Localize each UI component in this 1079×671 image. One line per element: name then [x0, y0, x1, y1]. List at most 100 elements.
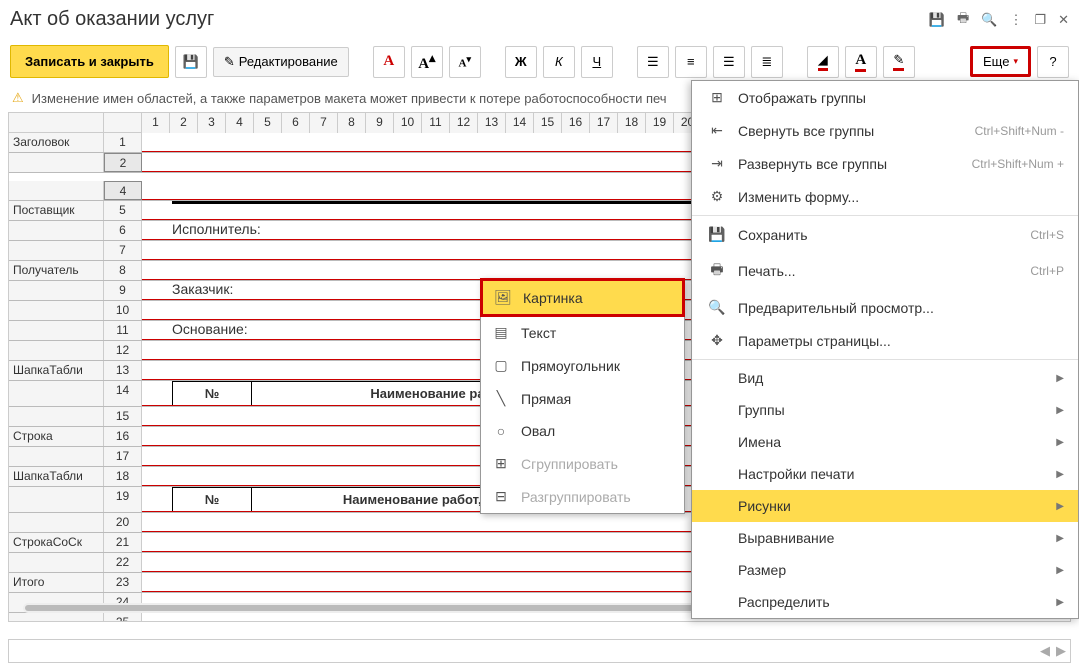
group-icon: ⊞: [493, 455, 509, 472]
mm-expand[interactable]: ⇥Развернуть все группыCtrl+Shift+Num +: [692, 147, 1078, 180]
mm-drawings[interactable]: Рисунки▶: [692, 490, 1078, 522]
window-icon[interactable]: ❐: [1034, 12, 1046, 28]
align-center-button[interactable]: ≡: [675, 46, 707, 78]
expand-icon: ⇥: [706, 155, 728, 172]
submenu-rect[interactable]: ▢Прямоугольник: [481, 349, 684, 382]
border-color-button[interactable]: ✎: [883, 46, 915, 78]
mm-names[interactable]: Имена▶: [692, 426, 1078, 458]
print-icon[interactable]: 🖶: [957, 9, 969, 31]
save-button[interactable]: 💾: [175, 46, 207, 78]
chevron-right-icon: ▶: [1056, 373, 1064, 384]
column-header[interactable]: 10: [394, 113, 422, 133]
line-icon: ╲: [493, 390, 509, 407]
save-close-button[interactable]: Записать и закрыть: [10, 45, 169, 78]
align-right-button[interactable]: ☰: [713, 46, 745, 78]
bold-button[interactable]: Ж: [505, 46, 537, 78]
align-left-button[interactable]: ☰: [637, 46, 669, 78]
align-center-icon: ≡: [687, 54, 695, 69]
floppy-icon: 💾: [706, 226, 728, 243]
close-icon[interactable]: ✕: [1058, 12, 1069, 28]
kebab-icon[interactable]: ⋮: [1009, 12, 1022, 28]
mm-collapse[interactable]: ⇤Свернуть все группыCtrl+Shift+Num -: [692, 114, 1078, 147]
a-up-icon: A▴: [418, 50, 435, 73]
a-color-icon: А: [855, 52, 866, 72]
mm-distribute[interactable]: Распределить▶: [692, 586, 1078, 618]
chevron-right-icon: ▶: [1056, 597, 1064, 608]
column-header[interactable]: 11: [422, 113, 450, 133]
submenu-picture[interactable]: 🖼Картинка: [480, 278, 685, 317]
more-button[interactable]: Еще ▾: [970, 46, 1031, 77]
column-header[interactable]: 17: [590, 113, 618, 133]
underline-button[interactable]: Ч: [581, 46, 613, 78]
column-header[interactable]: 8: [338, 113, 366, 133]
column-header[interactable]: 5: [254, 113, 282, 133]
mm-save[interactable]: 💾СохранитьCtrl+S: [692, 218, 1078, 251]
column-header[interactable]: 13: [478, 113, 506, 133]
underline-icon: Ч: [592, 54, 601, 69]
mm-change-form[interactable]: ⚙Изменить форму...: [692, 180, 1078, 213]
column-header[interactable]: 19: [646, 113, 674, 133]
column-header[interactable]: 2: [170, 113, 198, 133]
column-header[interactable]: 18: [618, 113, 646, 133]
scroll-right-icon[interactable]: ▶: [1056, 643, 1066, 659]
font-button[interactable]: A: [373, 46, 405, 78]
mm-align[interactable]: Выравнивание▶: [692, 522, 1078, 554]
warning-icon: ⚠: [12, 90, 24, 106]
bottom-scrollbar-area: ◀ ▶: [8, 639, 1071, 663]
mm-print[interactable]: 🖶Печать...Ctrl+P: [692, 251, 1078, 291]
collapse-icon: ⇤: [706, 122, 728, 139]
text-color-button[interactable]: А: [845, 46, 877, 78]
bold-icon: Ж: [515, 54, 527, 69]
column-header[interactable]: 15: [534, 113, 562, 133]
column-header[interactable]: 7: [310, 113, 338, 133]
font-a-icon: A: [383, 53, 394, 70]
floppy-icon: 💾: [183, 54, 199, 70]
mm-size[interactable]: Размер▶: [692, 554, 1078, 586]
column-header[interactable]: 4: [226, 113, 254, 133]
save-icon[interactable]: 💾: [929, 12, 945, 28]
oval-icon: ○: [493, 423, 509, 439]
drawings-submenu: 🖼Картинка ▤Текст ▢Прямоугольник ╲Прямая …: [480, 278, 685, 514]
align-right-icon: ☰: [723, 54, 735, 70]
align-left-icon: ☰: [647, 54, 659, 70]
chevron-right-icon: ▶: [1056, 501, 1064, 512]
column-header[interactable]: 12: [450, 113, 478, 133]
edit-button[interactable]: ✎Редактирование: [213, 47, 349, 77]
move-icon: ✥: [706, 332, 728, 349]
warning-text: Изменение имен областей, а также парамет…: [32, 91, 667, 106]
chevron-right-icon: ▶: [1056, 437, 1064, 448]
column-header[interactable]: 6: [282, 113, 310, 133]
column-header[interactable]: 3: [198, 113, 226, 133]
ungroup-icon: ⊟: [493, 488, 509, 505]
a-down-icon: A▾: [459, 54, 472, 70]
submenu-ungroup: ⊟Разгруппировать: [481, 480, 684, 513]
chevron-right-icon: ▶: [1056, 469, 1064, 480]
fill-color-button[interactable]: ◢: [807, 46, 839, 78]
italic-button[interactable]: К: [543, 46, 575, 78]
mm-print-settings[interactable]: Настройки печати▶: [692, 458, 1078, 490]
font-inc-button[interactable]: A▴: [411, 46, 443, 78]
mm-page-params[interactable]: ✥Параметры страницы...: [692, 324, 1078, 357]
scroll-left-icon[interactable]: ◀: [1040, 643, 1050, 659]
column-header[interactable]: 16: [562, 113, 590, 133]
font-dec-button[interactable]: A▾: [449, 46, 481, 78]
preview-icon[interactable]: 🔍: [981, 12, 997, 28]
mm-view[interactable]: Вид▶: [692, 362, 1078, 394]
submenu-oval[interactable]: ○Овал: [481, 415, 684, 447]
column-header[interactable]: 14: [506, 113, 534, 133]
submenu-line[interactable]: ╲Прямая: [481, 382, 684, 415]
mm-preview[interactable]: 🔍Предварительный просмотр...: [692, 291, 1078, 324]
align-justify-button[interactable]: ≣: [751, 46, 783, 78]
pencil-icon: ✎: [893, 52, 904, 71]
groups-icon: ⊞: [706, 89, 728, 106]
italic-icon: К: [555, 54, 563, 69]
submenu-text[interactable]: ▤Текст: [481, 316, 684, 349]
mm-show-groups[interactable]: ⊞Отображать группы: [692, 81, 1078, 114]
gear-icon: ⚙: [706, 188, 728, 205]
rect-icon: ▢: [493, 357, 509, 374]
help-button[interactable]: ?: [1037, 46, 1069, 78]
chevron-down-icon: ▾: [1013, 56, 1018, 67]
mm-groups[interactable]: Группы▶: [692, 394, 1078, 426]
column-header[interactable]: 1: [142, 113, 170, 133]
column-header[interactable]: 9: [366, 113, 394, 133]
